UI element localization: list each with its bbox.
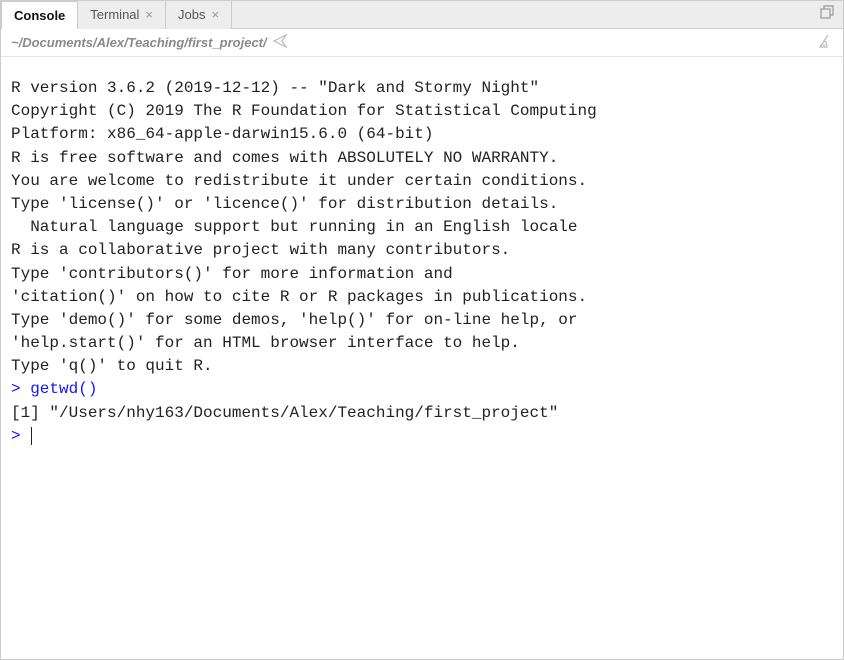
tab-label: Jobs (178, 7, 205, 22)
console-pane: Console Terminal × Jobs × ~/Documents/Al… (0, 0, 844, 660)
console-command-line: > getwd() (11, 378, 833, 401)
tabbar-actions (819, 5, 843, 24)
banner-line: 'citation()' on how to cite R or R packa… (11, 286, 833, 309)
banner-line: Type 'license()' or 'licence()' for dist… (11, 193, 833, 216)
path-bar: ~/Documents/Alex/Teaching/first_project/ (1, 29, 843, 57)
tab-label: Console (14, 8, 65, 23)
tab-terminal[interactable]: Terminal × (78, 1, 166, 29)
console-input-line[interactable]: > (11, 425, 833, 448)
banner-line: You are welcome to redistribute it under… (11, 170, 833, 193)
banner-line: Type 'contributors()' for more informati… (11, 263, 833, 286)
banner-line: 'help.start()' for an HTML browser inter… (11, 332, 833, 355)
banner-line: Platform: x86_64-apple-darwin15.6.0 (64-… (11, 123, 833, 146)
output-line: [1] "/Users/nhy163/Documents/Alex/Teachi… (11, 402, 833, 425)
banner-line: R version 3.6.2 (2019-12-12) -- "Dark an… (11, 77, 833, 100)
banner-line: R is a collaborative project with many c… (11, 239, 833, 262)
maximize-icon[interactable] (819, 5, 835, 24)
console-output[interactable]: R version 3.6.2 (2019-12-12) -- "Dark an… (1, 57, 843, 659)
send-icon[interactable] (273, 33, 289, 52)
tab-console[interactable]: Console (1, 1, 78, 29)
clear-console-icon[interactable] (817, 33, 833, 52)
close-icon[interactable]: × (211, 8, 219, 21)
text-cursor (31, 427, 32, 445)
working-directory-path[interactable]: ~/Documents/Alex/Teaching/first_project/ (11, 35, 267, 50)
banner-line: Type 'demo()' for some demos, 'help()' f… (11, 309, 833, 332)
banner-line: Natural language support but running in … (11, 216, 833, 239)
prompt-symbol: > (11, 427, 30, 445)
close-icon[interactable]: × (145, 8, 153, 21)
tab-jobs[interactable]: Jobs × (166, 1, 232, 29)
banner-line: Type 'q()' to quit R. (11, 355, 833, 378)
tab-bar: Console Terminal × Jobs × (1, 1, 843, 29)
tab-label: Terminal (90, 7, 139, 22)
command-text: getwd() (30, 380, 97, 398)
banner-line: R is free software and comes with ABSOLU… (11, 147, 833, 170)
prompt-symbol: > (11, 380, 30, 398)
banner-line: Copyright (C) 2019 The R Foundation for … (11, 100, 833, 123)
